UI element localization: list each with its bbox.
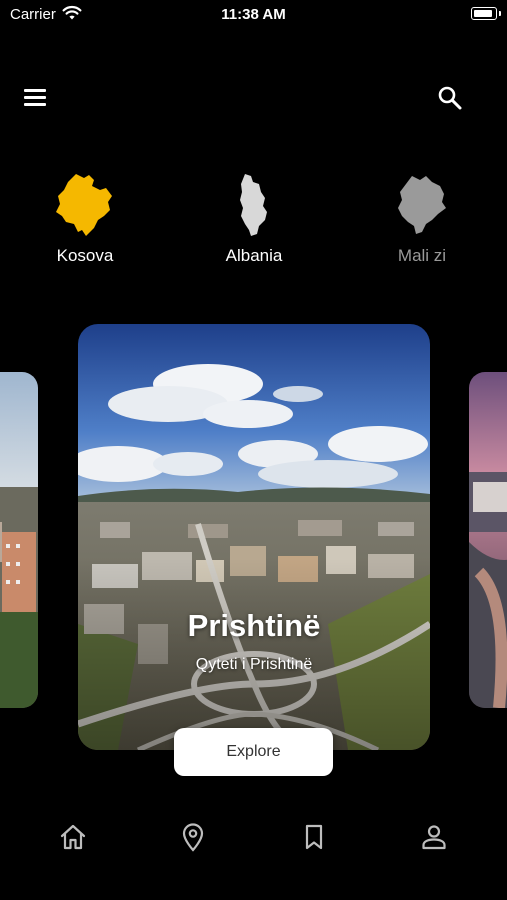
country-albania[interactable]: Albania <box>194 170 314 266</box>
city-photo <box>78 324 430 750</box>
carousel-card-previous[interactable] <box>0 372 38 708</box>
carousel-card-next[interactable] <box>469 372 507 708</box>
carousel-card-current[interactable]: Prishtinë Qyteti i Prishtinë <box>78 324 430 750</box>
country-label: Albania <box>225 246 283 265</box>
clock: 11:38 AM <box>221 6 286 23</box>
status-bar: Carrier 11:38 AM <box>0 0 507 28</box>
card-title: Prishtinë <box>187 608 321 643</box>
menu-button[interactable] <box>20 84 52 110</box>
nav-home[interactable] <box>56 820 90 854</box>
search-icon <box>438 86 462 110</box>
person-icon <box>422 825 446 850</box>
location-pin-icon <box>182 823 204 852</box>
card-subtitle: Qyteti i Prishtinë <box>195 656 313 673</box>
home-icon <box>60 824 86 850</box>
montenegro-map-icon <box>362 170 482 240</box>
country-label: Mali zi <box>397 246 447 265</box>
country-kosova[interactable]: Kosova <box>25 170 145 266</box>
country-label: Kosova <box>56 246 114 265</box>
country-mali-zi[interactable]: Mali zi <box>362 170 482 266</box>
nav-bookmarks[interactable] <box>297 820 331 854</box>
kosova-map-icon <box>25 170 145 240</box>
battery-icon <box>471 7 497 20</box>
albania-map-icon <box>194 170 314 240</box>
search-button[interactable] <box>436 84 470 114</box>
nav-profile[interactable] <box>417 820 451 854</box>
battery-tip <box>499 11 501 16</box>
explore-button[interactable]: Explore <box>174 728 333 776</box>
bookmark-icon <box>305 824 323 850</box>
nav-location[interactable] <box>176 820 210 854</box>
